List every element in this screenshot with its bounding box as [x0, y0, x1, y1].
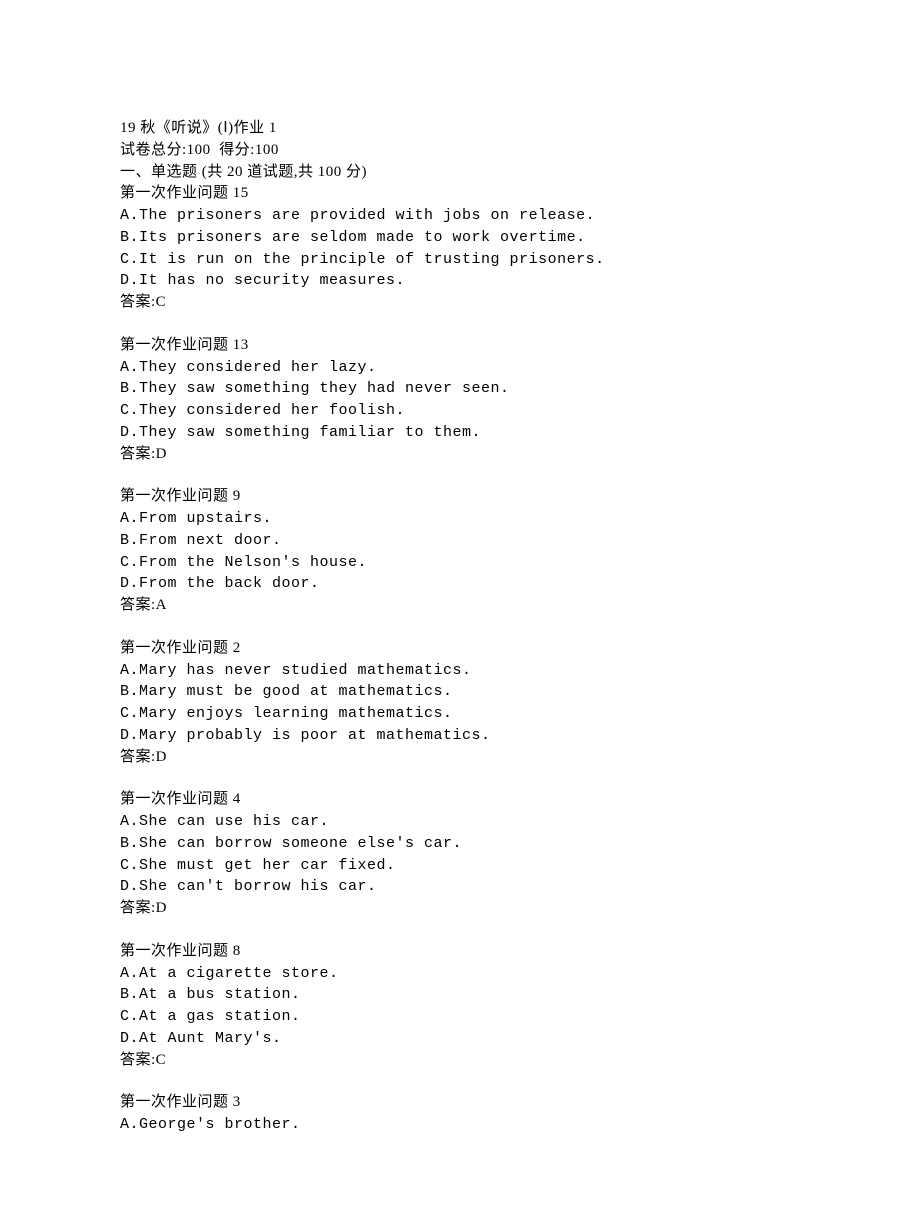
question-block: 第一次作业问题 8 A.At a cigarette store. B.At a… [120, 941, 800, 1072]
question-title: 第一次作业问题 13 [120, 335, 800, 357]
question-title: 第一次作业问题 4 [120, 789, 800, 811]
option-c: C.At a gas station. [120, 1006, 800, 1028]
option-b: B.From next door. [120, 530, 800, 552]
section-title: 一、单选题 (共 20 道试题,共 100 分) [120, 162, 800, 184]
document-title: 19 秋《听说》(Ⅰ)作业 1 [120, 118, 800, 140]
option-d: D.Mary probably is poor at mathematics. [120, 725, 800, 747]
option-b: B.She can borrow someone else's car. [120, 833, 800, 855]
question-block: 第一次作业问题 13 A.They considered her lazy. B… [120, 335, 800, 466]
option-d: D.She can't borrow his car. [120, 876, 800, 898]
option-a: A.They considered her lazy. [120, 357, 800, 379]
answer-line: 答案:D [120, 444, 800, 466]
option-d: D.It has no security measures. [120, 270, 800, 292]
question-title: 第一次作业问题 9 [120, 486, 800, 508]
option-d: D.At Aunt Mary's. [120, 1028, 800, 1050]
option-a: A.She can use his car. [120, 811, 800, 833]
question-title: 第一次作业问题 8 [120, 941, 800, 963]
answer-line: 答案:D [120, 747, 800, 769]
answer-line: 答案:D [120, 898, 800, 920]
document-page: 19 秋《听说》(Ⅰ)作业 1 试卷总分:100 得分:100 一、单选题 (共… [0, 0, 920, 1217]
option-b: B.They saw something they had never seen… [120, 378, 800, 400]
answer-line: 答案:C [120, 292, 800, 314]
option-c: C.Mary enjoys learning mathematics. [120, 703, 800, 725]
option-c: C.From the Nelson's house. [120, 552, 800, 574]
question-block: 第一次作业问题 3 A.George's brother. [120, 1092, 800, 1136]
option-a: A.George's brother. [120, 1114, 800, 1136]
question-block: 第一次作业问题 9 A.From upstairs. B.From next d… [120, 486, 800, 617]
answer-line: 答案:C [120, 1050, 800, 1072]
option-a: A.At a cigarette store. [120, 963, 800, 985]
question-title: 第一次作业问题 3 [120, 1092, 800, 1114]
option-a: A.From upstairs. [120, 508, 800, 530]
option-c: C.It is run on the principle of trusting… [120, 249, 800, 271]
option-a: A.The prisoners are provided with jobs o… [120, 205, 800, 227]
document-header: 19 秋《听说》(Ⅰ)作业 1 试卷总分:100 得分:100 一、单选题 (共… [120, 118, 800, 314]
option-b: B.At a bus station. [120, 984, 800, 1006]
question-block: 第一次作业问题 4 A.She can use his car. B.She c… [120, 789, 800, 920]
option-c: C.She must get her car fixed. [120, 855, 800, 877]
option-a: A.Mary has never studied mathematics. [120, 660, 800, 682]
score-line: 试卷总分:100 得分:100 [120, 140, 800, 162]
question-title: 第一次作业问题 15 [120, 183, 800, 205]
option-d: D.From the back door. [120, 573, 800, 595]
option-d: D.They saw something familiar to them. [120, 422, 800, 444]
option-b: B.Mary must be good at mathematics. [120, 681, 800, 703]
option-b: B.Its prisoners are seldom made to work … [120, 227, 800, 249]
question-block: 第一次作业问题 2 A.Mary has never studied mathe… [120, 638, 800, 769]
answer-line: 答案:A [120, 595, 800, 617]
question-title: 第一次作业问题 2 [120, 638, 800, 660]
option-c: C.They considered her foolish. [120, 400, 800, 422]
